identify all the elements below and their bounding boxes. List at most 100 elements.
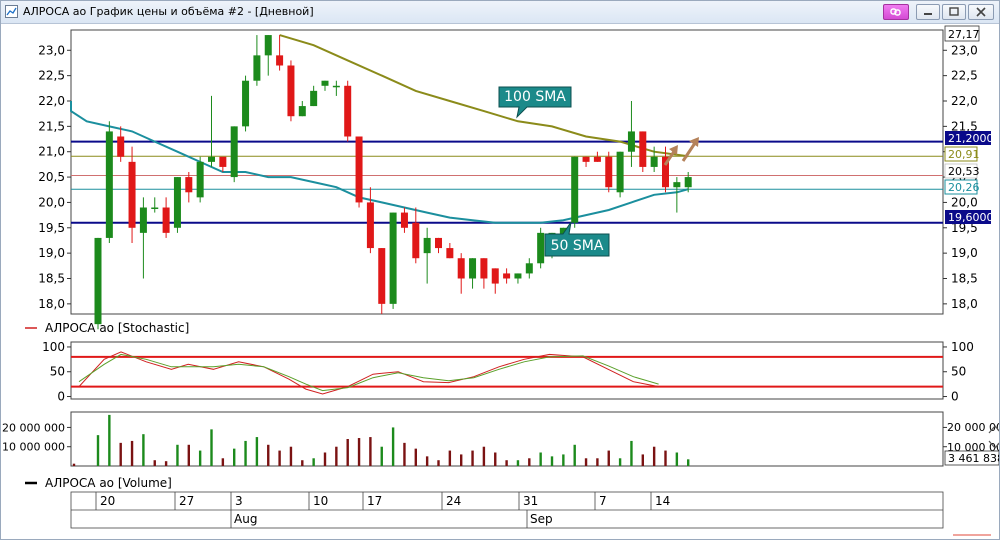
candle-down: [344, 85, 352, 137]
candle-down: [400, 212, 408, 228]
candle-down: [117, 136, 125, 157]
price-tick-label: 20,5: [38, 170, 65, 184]
price-tick-label: 18,0: [38, 297, 65, 311]
volume-bar-down: [164, 461, 168, 466]
stoch-tick-label-right: 50: [951, 365, 966, 379]
volume-legend: АЛРОСА ао [Volume]: [45, 476, 172, 490]
candle-down: [378, 248, 386, 304]
date-label: 27: [179, 494, 194, 508]
sma100-label: 20,91: [948, 148, 980, 161]
stoch-tick-label: 50: [50, 365, 65, 379]
candle-down: [185, 177, 193, 193]
price-tick-label: 22,0: [38, 94, 65, 108]
candle-up: [332, 85, 340, 88]
volume-right-labels: 20 000 000 10 000 000 3 461 838: [944, 421, 999, 466]
price-tick-label: 23,0: [38, 43, 65, 57]
stoch-tick-label: 0: [57, 390, 65, 404]
candle-up: [684, 177, 692, 188]
price-top-label: 27,17: [948, 28, 980, 41]
candle-up: [571, 156, 579, 223]
volume-bar-down: [221, 458, 225, 466]
level-high-label: 21,2000: [948, 132, 994, 145]
stoch-tick-label-right: 100: [951, 340, 974, 354]
stochastic-legend: АЛРОСА ао [Stochastic]: [45, 321, 189, 335]
date-label: 14: [655, 494, 670, 508]
sma50-label: 20,26: [948, 181, 980, 194]
price-tick-label: 21,0: [38, 145, 65, 159]
link-icon: [890, 8, 901, 16]
candle-up: [514, 273, 522, 279]
volume-bar-down: [664, 450, 667, 466]
volume-bar-up: [573, 444, 576, 466]
price-tick-label-right: 22,0: [951, 94, 978, 108]
candle-down: [457, 258, 465, 279]
restore-button[interactable]: [942, 4, 966, 20]
volume-bar-down: [482, 446, 486, 466]
candle-down: [593, 156, 601, 162]
volume-bar-up: [618, 458, 622, 466]
minimize-button[interactable]: [916, 4, 940, 20]
window-titlebar: АЛРОСА ао График цены и объёма #2 - [Дне…: [1, 1, 999, 24]
volume-bar-down: [289, 446, 293, 466]
price-tick-label-right: 23,0: [951, 43, 978, 57]
chart-app-icon: [5, 5, 18, 18]
candle-down: [491, 268, 499, 284]
candle-down: [366, 202, 374, 249]
price-tick-label: 19,0: [38, 246, 65, 260]
volume-bar-down: [652, 446, 656, 466]
date-label: 31: [523, 494, 538, 508]
stoch-tick-label: 100: [42, 340, 65, 354]
price-left-axis: 18,0 18,5 19,0 19,5 20,0 20,5 21,0 21,5 22,0 22,5…: [38, 43, 71, 311]
candle-up: [173, 177, 181, 228]
volume-pane[interactable]: [70, 411, 944, 467]
candle-up: [94, 237, 102, 325]
volume-bar-down: [153, 460, 156, 466]
volume-bar-down: [130, 440, 134, 466]
link-button[interactable]: [883, 4, 909, 20]
volume-bar-up: [687, 459, 690, 466]
volume-bar-up: [210, 429, 213, 466]
candle-down: [435, 237, 442, 249]
candle-down: [162, 207, 170, 233]
volume-bar-down: [323, 452, 327, 466]
volume-right-top: 20 000 000: [947, 421, 999, 434]
price-tick-label: 22,5: [38, 69, 65, 83]
candle-up: [389, 212, 397, 304]
price-tick-label-right: 18,0: [951, 297, 978, 311]
volume-bar-down: [596, 458, 599, 466]
volume-bar-down: [403, 442, 406, 466]
stochastic-pane[interactable]: [70, 341, 944, 400]
volume-bar-down: [357, 438, 361, 466]
candle-down: [412, 222, 420, 259]
volume-bar-down: [528, 458, 531, 466]
volume-bar-up: [233, 448, 236, 466]
volume-bar-down: [72, 463, 76, 466]
volume-bar-down: [437, 460, 440, 466]
candle-up: [423, 237, 431, 254]
price-tick-label: 20,0: [38, 195, 65, 209]
volume-bar-down: [335, 446, 338, 466]
candle-down: [480, 258, 488, 279]
price-tick-label: 18,5: [38, 272, 65, 286]
volume-bar-up: [96, 435, 100, 466]
chart-area[interactable]: 18,0 18,5 19,0 19,5 20,0 20,5 21,0 21,5 22,0 22,5…: [1, 23, 999, 539]
candle-up: [469, 258, 477, 279]
volume-bar-down: [471, 450, 474, 466]
callout-50-sma-text: 50 SMA: [551, 238, 604, 254]
volume-bar-up: [142, 434, 145, 466]
date-label: 7: [599, 494, 607, 508]
date-label: 10: [313, 494, 328, 508]
volume-bar-down: [414, 448, 417, 466]
date-label: 24: [446, 494, 461, 508]
window-title: АЛРОСА ао График цены и объёма #2 - [Дне…: [23, 5, 314, 18]
volume-last-label: 3 461 838: [948, 452, 999, 465]
volume-bar-down: [119, 442, 122, 466]
close-button[interactable]: [968, 4, 994, 20]
candle-down: [446, 248, 454, 259]
volume-bar-down: [346, 439, 349, 466]
volume-bar-up: [380, 446, 383, 466]
volume-bar-up: [244, 440, 247, 466]
date-label: 20: [100, 494, 115, 508]
last-price-label: 20,53: [948, 165, 980, 178]
candle-up: [537, 232, 545, 264]
